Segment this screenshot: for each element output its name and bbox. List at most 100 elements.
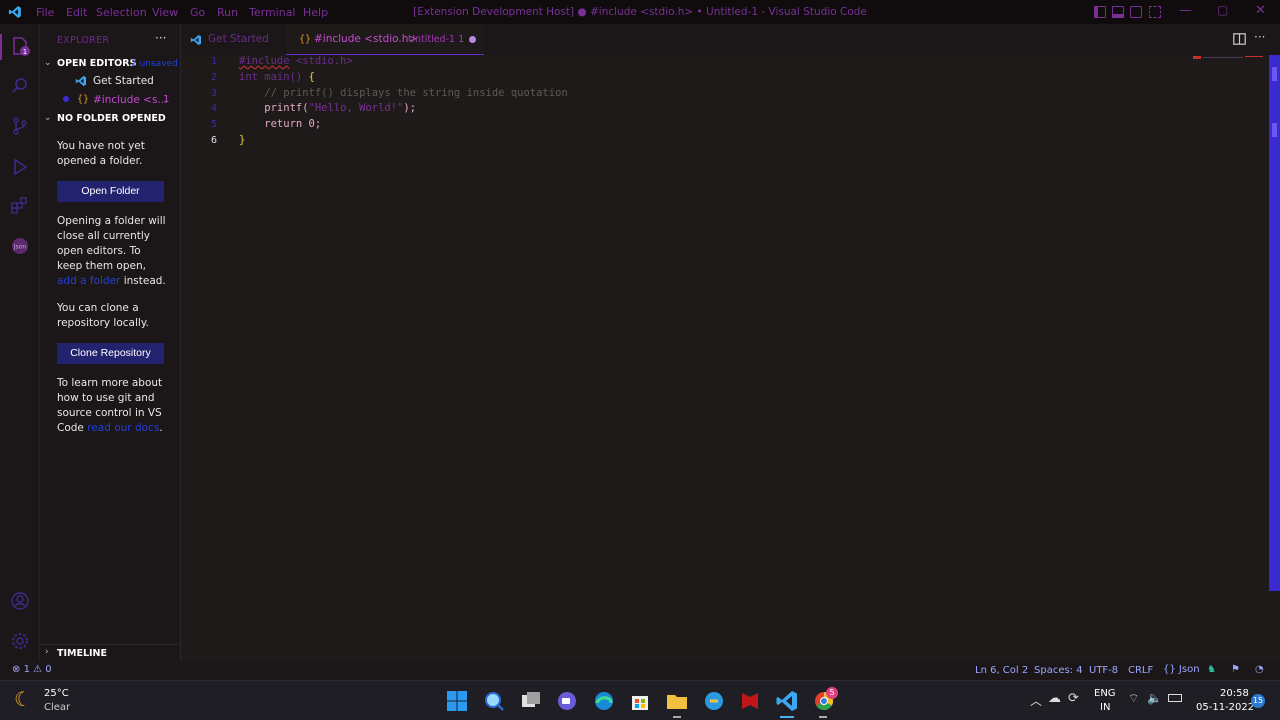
menu-edit[interactable]: Edit [66, 6, 87, 19]
line-number: 4 [210, 103, 217, 114]
notification-count[interactable]: 15 [1251, 694, 1265, 708]
extensions-icon[interactable] [10, 196, 30, 216]
warning-count: 0 [45, 664, 52, 675]
search-icon[interactable] [10, 76, 30, 96]
toggle-panel-icon[interactable] [1112, 6, 1124, 18]
minimap[interactable] [1193, 56, 1263, 60]
python-icon[interactable] [702, 689, 726, 713]
open-editors-header[interactable]: OPEN EDITORS [57, 58, 136, 69]
code-line: int main() { [239, 71, 315, 83]
learn-more-message: To learn more about how to use git and s… [57, 376, 169, 436]
toggle-sidebar-icon[interactable] [1094, 6, 1106, 18]
explorer-icon[interactable]: 1 [10, 36, 30, 56]
menu-go[interactable]: Go [190, 6, 205, 19]
json-braces-icon: {} [77, 94, 90, 105]
gear-icon[interactable] [10, 631, 30, 651]
clock-date: 05-11-2022 [1196, 702, 1255, 713]
maximize-icon[interactable]: ▢ [1217, 3, 1228, 17]
accounts-icon[interactable] [10, 591, 30, 611]
unsaved-dot-icon[interactable] [469, 36, 476, 43]
more-actions-icon[interactable]: ··· [1254, 30, 1265, 44]
encoding[interactable]: UTF-8 [1089, 665, 1118, 676]
store-icon[interactable] [628, 689, 652, 713]
split-editor-icon[interactable] [1233, 33, 1246, 45]
note-text-end: instead. [123, 275, 166, 287]
svg-text:1: 1 [23, 48, 27, 56]
sync-icon[interactable]: ⟳ [1068, 691, 1079, 706]
divider [40, 644, 181, 645]
cursor-position[interactable]: Ln 6, Col 2 [975, 665, 1028, 676]
input-region: IN [1100, 702, 1111, 713]
tab-get-started[interactable]: Get Started [181, 24, 285, 55]
source-control-icon[interactable] [10, 116, 30, 136]
chevron-down-icon[interactable]: ⌄ [44, 58, 52, 68]
open-editor-include[interactable]: #include <s... [93, 94, 167, 106]
search-icon[interactable] [482, 689, 506, 713]
minimap-line [1203, 57, 1243, 58]
active-app-indicator [780, 716, 794, 718]
clock-time[interactable]: 20:58 [1220, 688, 1249, 699]
run-debug-icon[interactable] [10, 157, 30, 177]
tab-include-stdio[interactable]: {} #include <stdio.h> Untitled-1 1 [286, 24, 484, 55]
toggle-secondary-sidebar-icon[interactable] [1130, 6, 1142, 18]
scrollbar-marker [1272, 123, 1277, 137]
line-number: 3 [210, 88, 217, 99]
bell-icon[interactable]: ◔ [1255, 664, 1264, 675]
editor-scrollbar[interactable] [1269, 55, 1280, 591]
language-mode[interactable]: {} Json [1163, 664, 1200, 675]
onedrive-cloud-icon[interactable]: ☁ [1048, 691, 1061, 706]
line-number: 1 [210, 56, 217, 67]
code-line: #include <stdio.h> [239, 55, 353, 67]
chrome-badge: 5 [826, 687, 838, 699]
timeline-header[interactable]: TIMELINE [57, 648, 107, 659]
menu-selection[interactable]: Selection [96, 6, 147, 19]
editor-tabs: Get Started {} #include <stdio.h> Untitl… [181, 24, 1280, 55]
clone-repository-button[interactable]: Clone Repository [57, 343, 164, 364]
battery-icon[interactable] [1168, 694, 1182, 702]
code-token: ); [403, 102, 417, 114]
more-actions-icon[interactable]: ··· [155, 31, 166, 45]
indentation[interactable]: Spaces: 4 [1034, 665, 1083, 676]
windows-start-icon[interactable] [445, 689, 469, 713]
extension-status-icon[interactable]: ♞ [1207, 664, 1216, 675]
edge-browser-icon[interactable] [592, 689, 616, 713]
wifi-icon[interactable]: ⌔ [1128, 691, 1139, 706]
mcafee-icon[interactable] [738, 689, 762, 713]
menu-view[interactable]: View [152, 6, 178, 19]
code-token: int [239, 71, 258, 83]
add-folder-link[interactable]: add a folder [57, 275, 120, 287]
menu-file[interactable]: File [36, 6, 54, 19]
close-icon[interactable]: ✕ [1255, 3, 1266, 18]
customize-layout-icon[interactable] [1149, 6, 1161, 18]
chevron-down-icon[interactable]: ⌄ [44, 113, 52, 123]
task-view-icon[interactable] [519, 689, 543, 713]
open-editor-get-started[interactable]: Get Started [93, 75, 154, 87]
activity-bar: 1 Json [0, 24, 40, 661]
chevron-right-icon[interactable]: › [45, 647, 49, 657]
chevron-up-icon[interactable]: ︿ [1030, 692, 1042, 709]
json-extension-icon[interactable]: Json [10, 236, 30, 256]
problems-indicator[interactable]: ⊗ 1 ⚠ 0 [12, 664, 52, 675]
vscode-taskbar-icon[interactable] [775, 689, 799, 713]
line-number-active: 6 [210, 135, 217, 146]
tab-description: Untitled-1 1 [408, 34, 465, 45]
file-explorer-icon[interactable] [665, 689, 689, 713]
moon-weather-icon[interactable]: ☾ [14, 687, 32, 711]
clone-message: You can clone a repository locally. [57, 302, 149, 329]
json-braces-icon: {} [299, 34, 312, 45]
minimize-icon[interactable]: — [1179, 3, 1192, 18]
open-folder-button[interactable]: Open Folder [57, 181, 164, 202]
temperature[interactable]: 25°C [44, 688, 69, 699]
menu-run[interactable]: Run [217, 6, 238, 19]
read-docs-link[interactable]: read our docs [87, 422, 159, 434]
input-language[interactable]: ENG [1094, 688, 1116, 699]
volume-icon[interactable]: 🔈 [1147, 691, 1162, 705]
code-editor[interactable]: 1 2 3 4 5 6 #include <stdio.h> int main(… [181, 55, 1269, 661]
feedback-icon[interactable]: ⚑ [1231, 664, 1240, 675]
end-of-line[interactable]: CRLF [1128, 665, 1153, 676]
title-bar: File Edit Selection View Go Run Terminal… [0, 0, 1280, 24]
teams-chat-icon[interactable] [555, 689, 579, 713]
menu-terminal[interactable]: Terminal [249, 6, 296, 19]
no-folder-header[interactable]: NO FOLDER OPENED [57, 113, 166, 124]
code-line: return 0; [239, 118, 321, 130]
